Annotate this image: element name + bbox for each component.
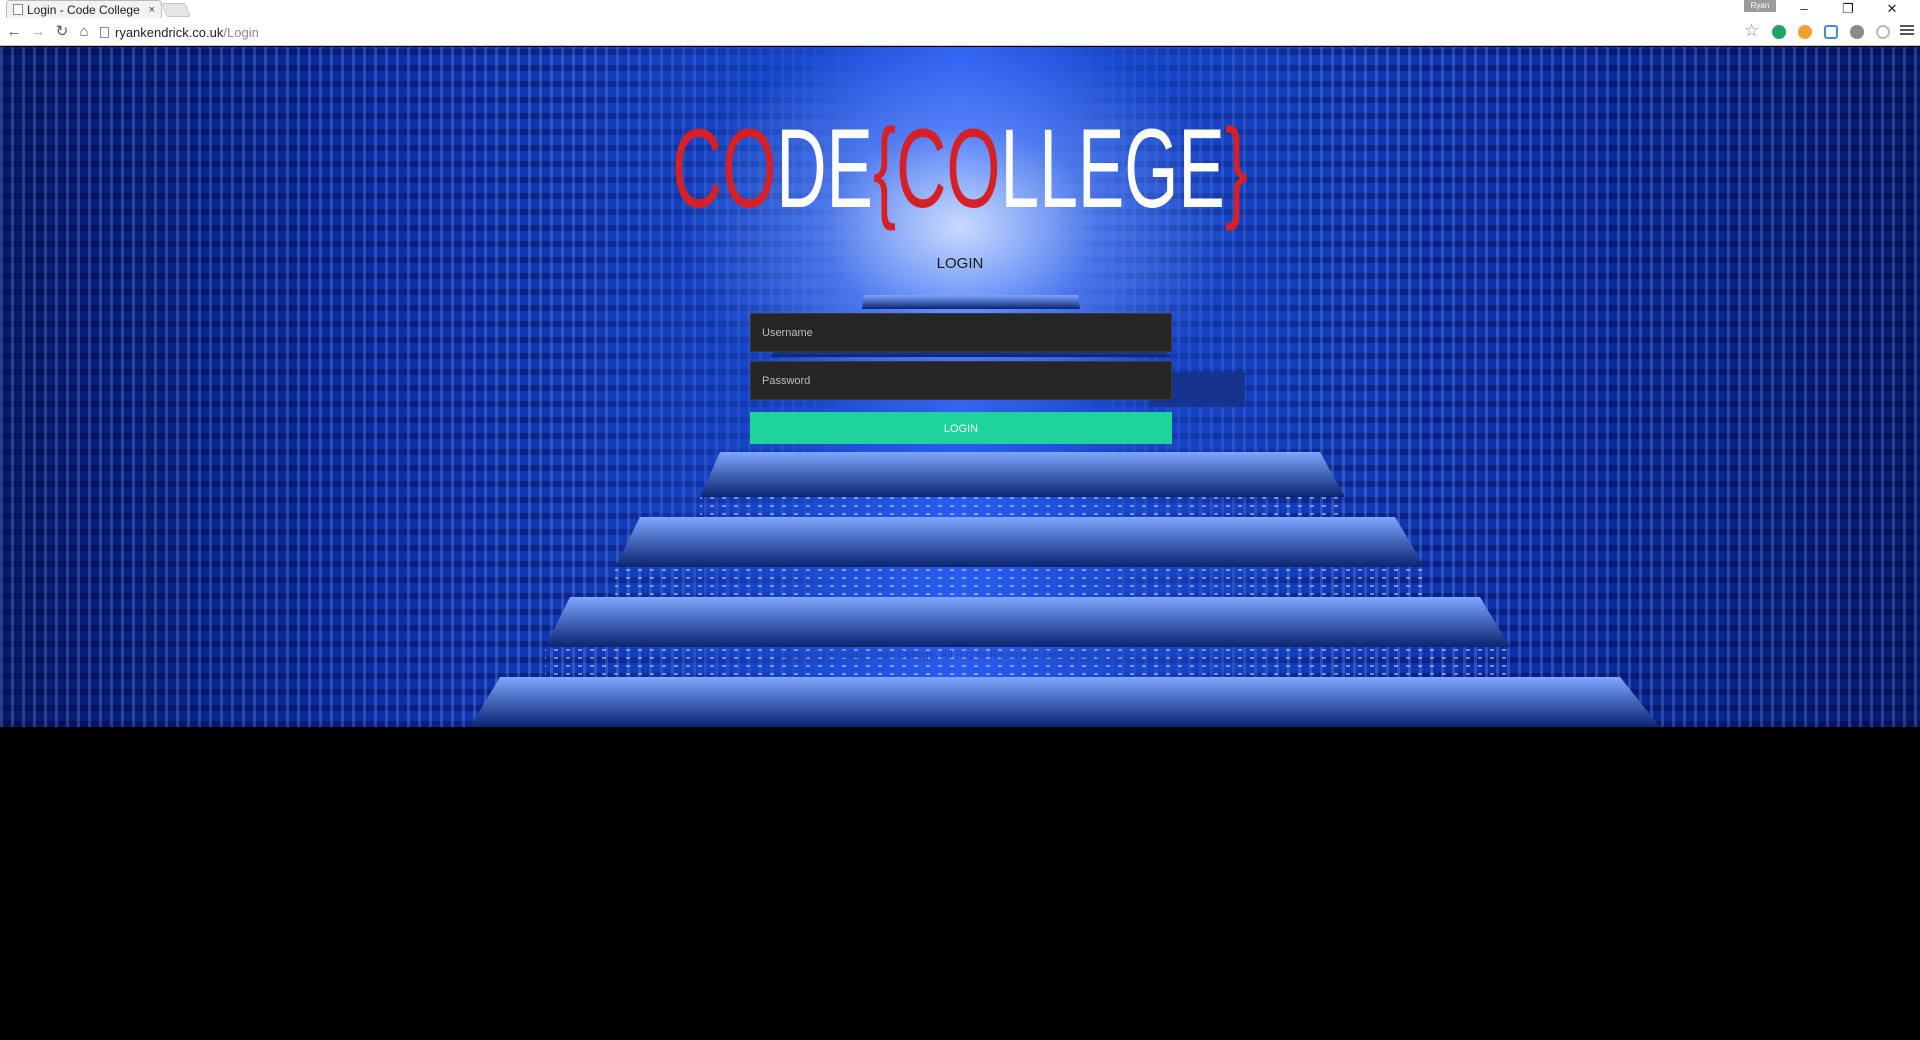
home-icon[interactable]: ⌂	[74, 22, 94, 42]
tab-close-icon[interactable]: ×	[149, 4, 155, 16]
extension-circle-icon[interactable]	[1876, 25, 1890, 39]
hero-background: CODE{COLLEGE} LOGIN LOGIN Copyright © 20…	[0, 47, 1920, 727]
page-info-icon[interactable]	[100, 26, 109, 38]
profile-badge[interactable]: Ryan	[1744, 0, 1776, 12]
login-heading: LOGIN	[936, 255, 984, 272]
bookmark-star-icon[interactable]: ☆	[1744, 21, 1759, 41]
extension-cookie-icon[interactable]	[1798, 25, 1812, 39]
extension-puzzle-icon[interactable]	[1824, 25, 1838, 39]
url-host: ryankendrick.co.uk	[115, 24, 224, 40]
browser-titlebar: Login - Code College × Ryan – ❐ ✕	[0, 0, 1920, 18]
reload-icon[interactable]: ↻	[52, 22, 72, 42]
login-button[interactable]: LOGIN	[750, 412, 1172, 444]
address-bar[interactable]: ryankendrick.co.uk/Login	[100, 21, 1740, 43]
username-input[interactable]	[750, 313, 1172, 352]
extension-green-icon[interactable]	[1772, 25, 1786, 39]
footer-copyright: Copyright © 2016 Code College. All Right…	[779, 649, 1141, 661]
svg-text:CODE{COLLEGE}: CODE{COLLEGE}	[672, 106, 1248, 231]
close-window-button[interactable]: ✕	[1870, 0, 1914, 18]
password-input[interactable]	[750, 361, 1172, 400]
browser-tab[interactable]: Login - Code College ×	[6, 0, 162, 18]
new-tab-button[interactable]	[161, 3, 191, 17]
browser-toolbar: ← → ↻ ⌂ ryankendrick.co.uk/Login ☆	[0, 18, 1920, 46]
url-path: /Login	[223, 24, 259, 40]
minimize-button[interactable]: –	[1782, 0, 1826, 18]
browser-menu-icon[interactable]	[1900, 23, 1914, 37]
extension-m-icon[interactable]	[1850, 25, 1864, 39]
back-icon[interactable]: ←	[4, 22, 24, 42]
forward-icon[interactable]: →	[28, 22, 48, 42]
restore-button[interactable]: ❐	[1826, 0, 1870, 18]
tab-title: Login - Code College	[27, 2, 140, 17]
page-favicon-icon	[13, 4, 23, 15]
code-college-logo: CODE{COLLEGE}	[672, 106, 1248, 231]
